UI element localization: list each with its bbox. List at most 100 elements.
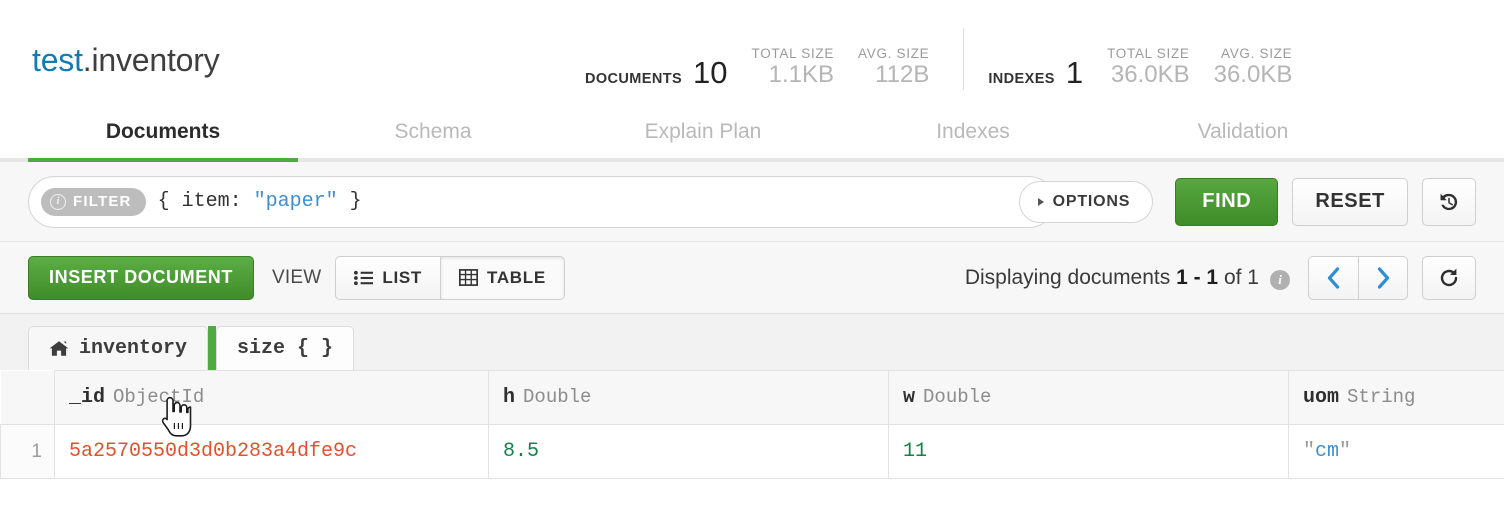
- chevron-left-icon: [1327, 266, 1340, 289]
- indexes-avg-size-value: 36.0KB: [1213, 61, 1293, 89]
- filter-input[interactable]: i FILTER { item: "paper" }: [28, 175, 1055, 228]
- breadcrumb-item-size[interactable]: size { }: [216, 326, 355, 370]
- stats-divider: [963, 28, 965, 90]
- list-icon: [354, 270, 374, 285]
- filter-query-text: { item: "paper" }: [158, 190, 362, 213]
- namespace-collection: inventory: [91, 42, 220, 78]
- pagination-prefix: Displaying documents: [964, 265, 1177, 289]
- row-number-header: [0, 370, 55, 425]
- collection-stats: DOCUMENTS 10 TOTAL SIZE 1.1KB AVG. SIZE …: [585, 28, 1292, 90]
- tab-documents[interactable]: Documents: [28, 106, 298, 162]
- indexes-stats: INDEXES 1 TOTAL SIZE 36.0KB AVG. SIZE 36…: [988, 46, 1292, 90]
- documents-count-block: DOCUMENTS 10: [585, 57, 728, 90]
- string-close-quote: ": [1339, 440, 1352, 463]
- row-number: 1: [0, 424, 55, 479]
- cell-id[interactable]: 5a2570550d3d0b283a4dfe9c: [54, 424, 489, 479]
- refresh-icon: [1440, 268, 1458, 286]
- column-header-w[interactable]: w Double: [888, 370, 1289, 425]
- info-circle-icon: i: [50, 193, 66, 210]
- view-table-button[interactable]: TABLE: [440, 255, 565, 300]
- documents-stats: DOCUMENTS 10 TOTAL SIZE 1.1KB AVG. SIZE …: [585, 46, 929, 90]
- column-name: _id: [69, 386, 106, 409]
- pagination-suffix: of 1: [1218, 265, 1259, 289]
- documents-avg-size-label: AVG. SIZE: [858, 45, 930, 61]
- objectid-value: 5a2570550d3d0b283a4dfe9c: [69, 440, 358, 463]
- collection-header: test.inventory DOCUMENTS 10 TOTAL SIZE 1…: [0, 0, 1504, 106]
- filter-badge-label: FILTER: [73, 193, 132, 210]
- cell-uom[interactable]: "cm": [1288, 424, 1504, 479]
- documents-label: DOCUMENTS: [585, 71, 683, 87]
- history-clock-icon: [1440, 193, 1458, 210]
- chevron-right-icon: [1377, 266, 1389, 289]
- chevron-right-icon: [1037, 197, 1044, 206]
- tab-schema[interactable]: Schema: [298, 106, 568, 158]
- string-value: cm: [1315, 440, 1340, 463]
- query-prefix: { item:: [157, 190, 254, 213]
- grid-icon: [459, 269, 478, 286]
- column-type: Double: [923, 386, 992, 408]
- column-name: h: [503, 386, 516, 409]
- pagination-status: Displaying documents 1 - 1 of 1 i: [965, 266, 1290, 290]
- document-path-breadcrumb: inventory size { }: [0, 314, 1504, 370]
- cell-w[interactable]: 11: [888, 424, 1289, 479]
- query-history-button[interactable]: [1422, 177, 1476, 226]
- tab-validation[interactable]: Validation: [1108, 106, 1378, 158]
- double-value: 8.5: [503, 440, 540, 463]
- indexes-avg-size-label: AVG. SIZE: [1221, 45, 1293, 61]
- pagination-controls: Displaying documents 1 - 1 of 1 i: [965, 255, 1476, 300]
- view-list-label: LIST: [382, 267, 422, 287]
- find-button[interactable]: FIND: [1175, 177, 1279, 226]
- mongodb-compass-collection-view: test.inventory DOCUMENTS 10 TOTAL SIZE 1…: [0, 0, 1504, 530]
- options-button[interactable]: OPTIONS: [1018, 180, 1154, 223]
- breadcrumb-item-label: inventory: [79, 337, 188, 360]
- pagination-range: 1 - 1: [1176, 265, 1219, 289]
- view-toggle-group: LIST TABLE: [335, 255, 565, 300]
- query-string-value: "paper": [253, 190, 338, 213]
- indexes-count: 1: [1065, 55, 1084, 90]
- previous-page-button[interactable]: [1308, 255, 1358, 300]
- query-suffix: }: [337, 190, 362, 213]
- column-header-uom[interactable]: uom String: [1288, 370, 1504, 425]
- column-header-h[interactable]: h Double: [488, 370, 889, 425]
- double-value: 11: [903, 440, 928, 463]
- column-type: ObjectId: [113, 386, 205, 408]
- cell-h[interactable]: 8.5: [488, 424, 889, 479]
- home-icon: [49, 340, 69, 357]
- table-header-row: _id ObjectId h Double w Double uom String: [0, 370, 1504, 425]
- info-circle-icon[interactable]: i: [1270, 269, 1290, 290]
- breadcrumb-item-inventory[interactable]: inventory: [28, 326, 209, 370]
- table-row[interactable]: 1 5a2570550d3d0b283a4dfe9c 8.5 11 "cm": [0, 424, 1504, 479]
- tab-indexes[interactable]: Indexes: [838, 106, 1108, 158]
- column-name: w: [903, 386, 916, 409]
- view-table-label: TABLE: [487, 267, 546, 287]
- indexes-label: INDEXES: [988, 71, 1055, 87]
- string-open-quote: ": [1303, 440, 1316, 463]
- options-button-label: OPTIONS: [1052, 192, 1131, 210]
- refresh-button[interactable]: [1422, 255, 1476, 300]
- indexes-total-size: TOTAL SIZE 36.0KB: [1107, 46, 1190, 90]
- collection-tabbar: Documents Schema Explain Plan Indexes Va…: [0, 106, 1504, 162]
- documents-count: 10: [693, 55, 728, 90]
- column-header-id[interactable]: _id ObjectId: [54, 370, 489, 425]
- documents-avg-size: AVG. SIZE 112B: [858, 46, 929, 90]
- query-bar: i FILTER { item: "paper" } OPTIONS FIND …: [0, 162, 1504, 242]
- reset-button[interactable]: RESET: [1292, 177, 1408, 226]
- column-type: Double: [523, 386, 592, 408]
- insert-document-button[interactable]: INSERT DOCUMENT: [28, 255, 254, 300]
- next-page-button[interactable]: [1358, 255, 1408, 300]
- documents-toolbar: INSERT DOCUMENT VIEW LIST TABLE Displayi…: [0, 242, 1504, 314]
- documents-total-size-label: TOTAL SIZE: [751, 45, 835, 61]
- indexes-total-size-value: 36.0KB: [1110, 61, 1190, 89]
- documents-table: _id ObjectId h Double w Double uom String 1: [0, 370, 1504, 479]
- documents-avg-size-value: 112B: [875, 61, 930, 89]
- documents-total-size: TOTAL SIZE 1.1KB: [752, 46, 835, 90]
- filter-badge[interactable]: i FILTER: [41, 187, 146, 216]
- namespace-database: test: [32, 42, 83, 78]
- page-title: test.inventory: [32, 42, 220, 79]
- column-type: String: [1347, 386, 1416, 408]
- tab-explain-plan[interactable]: Explain Plan: [568, 106, 838, 158]
- documents-total-size-value: 1.1KB: [768, 61, 835, 89]
- indexes-count-block: INDEXES 1: [988, 57, 1083, 90]
- view-list-button[interactable]: LIST: [335, 255, 440, 300]
- breadcrumb-separator: [208, 326, 217, 370]
